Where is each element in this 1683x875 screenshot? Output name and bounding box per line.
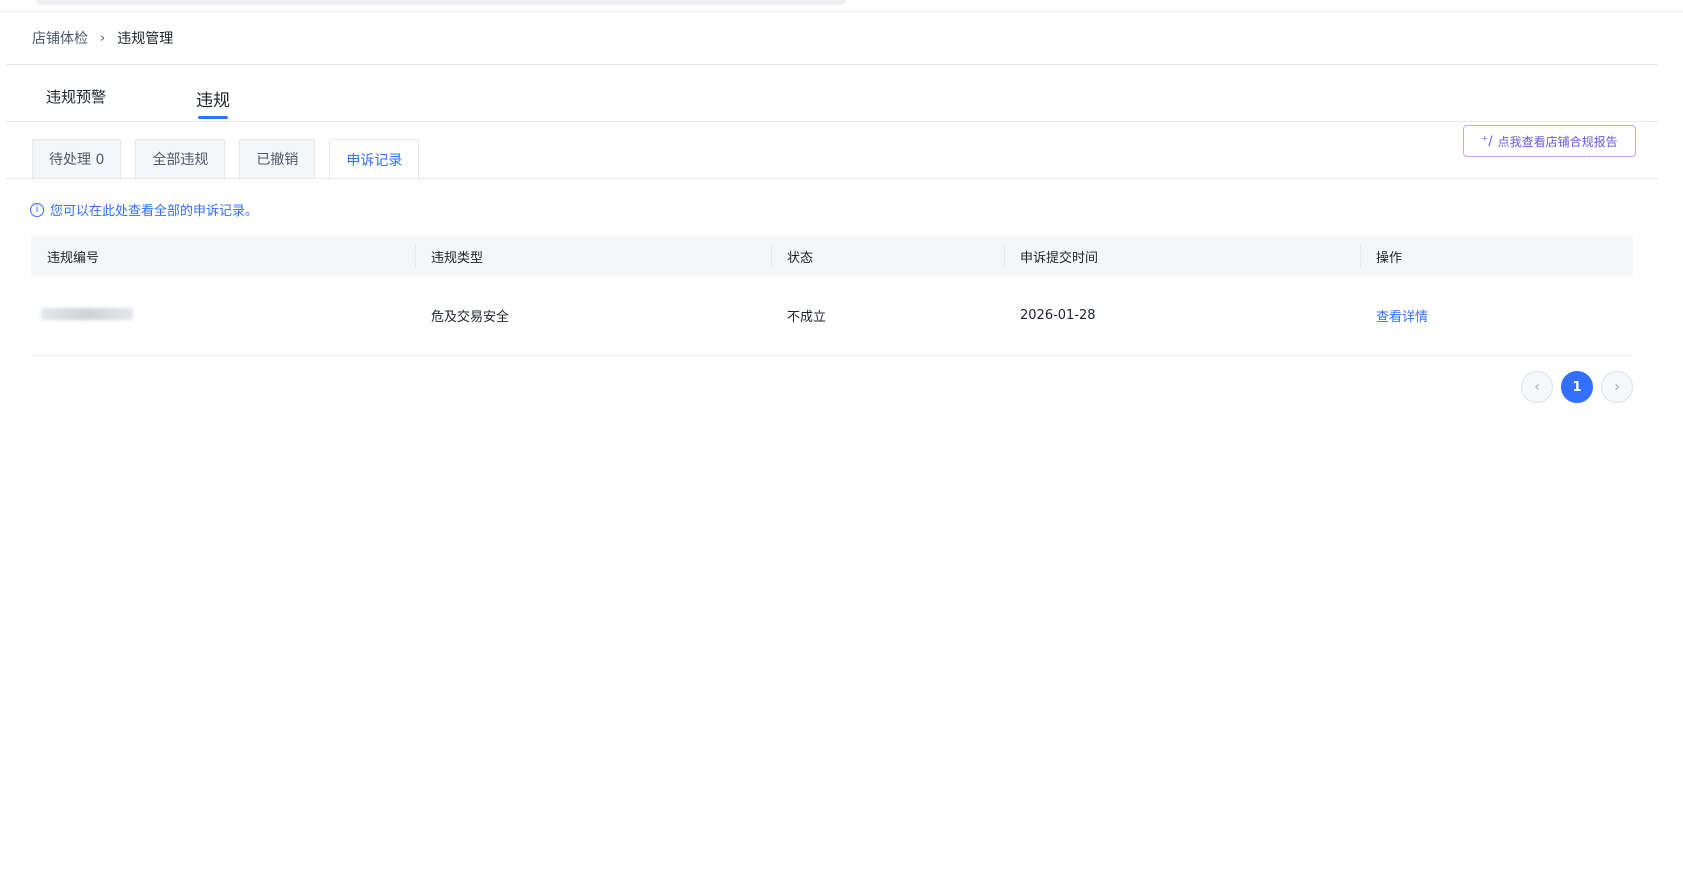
tab-violation[interactable]: 违规 (196, 86, 230, 122)
pagination: ‹ 1 › (1521, 371, 1641, 403)
subtab-pending[interactable]: 待处理 0 (32, 139, 122, 178)
sub-tabs: 待处理 0 全部违规 已撤销 申诉记录 (32, 139, 433, 180)
compliance-report-button[interactable]: ⁺∕ 点我查看店铺合规报告 (1463, 125, 1636, 157)
divider (6, 64, 1658, 65)
main-tabs: 违规预警 违规 (46, 86, 320, 122)
info-notice: i 您可以在此处查看全部的申诉记录。 (30, 200, 258, 219)
cell-status: 不成立 (787, 310, 827, 325)
column-header-violation-id: 违规编号 (47, 250, 100, 266)
breadcrumb-separator-icon: › (100, 30, 106, 46)
redacted-violation-id (41, 307, 133, 320)
column-header-action: 操作 (1360, 236, 1633, 276)
info-icon: i (30, 202, 44, 217)
tab-violation-warning[interactable]: 违规预警 (46, 86, 106, 122)
appeal-records-table: 违规编号 违规类型 状态 申诉提交时间 操作 危及交易安全 不成立 2026-0… (31, 236, 1633, 356)
cell-violation-type: 危及交易安全 (431, 310, 510, 325)
table-row: 危及交易安全 不成立 2026-01-28 查看详情 (31, 276, 1633, 356)
sparkle-icon: ⁺∕ (1481, 133, 1493, 149)
breadcrumb-parent[interactable]: 店铺体检 (32, 28, 88, 48)
subtab-revoked[interactable]: 已撤销 (239, 139, 316, 178)
prev-page-icon[interactable]: ‹ (1521, 371, 1553, 403)
info-notice-text: 您可以在此处查看全部的申诉记录。 (50, 204, 259, 219)
table-header: 违规编号 违规类型 状态 申诉提交时间 操作 (31, 236, 1633, 276)
search-bar-stub[interactable] (36, 0, 846, 5)
divider (6, 178, 1658, 179)
subtab-appeal-records[interactable]: 申诉记录 (329, 139, 420, 180)
column-header-submit-time: 申诉提交时间 (1004, 236, 1360, 276)
divider (6, 121, 1658, 122)
column-header-status: 状态 (771, 236, 1004, 276)
cell-violation-id (31, 307, 415, 324)
breadcrumb-current: 违规管理 (117, 31, 174, 47)
next-page-icon[interactable]: › (1601, 371, 1633, 403)
breadcrumb: 店铺体检 › 违规管理 (32, 28, 173, 48)
page-button-1[interactable]: 1 (1561, 371, 1593, 403)
view-details-link[interactable]: 查看详情 (1376, 310, 1428, 325)
cell-action: 查看详情 (1360, 306, 1633, 325)
compliance-report-label: 点我查看店铺合规报告 (1497, 134, 1618, 149)
cell-submit-time: 2026-01-28 (1020, 308, 1096, 323)
subtab-all-violations[interactable]: 全部违规 (135, 139, 226, 178)
column-header-violation-type: 违规类型 (415, 236, 771, 276)
top-bar (0, 0, 1683, 12)
